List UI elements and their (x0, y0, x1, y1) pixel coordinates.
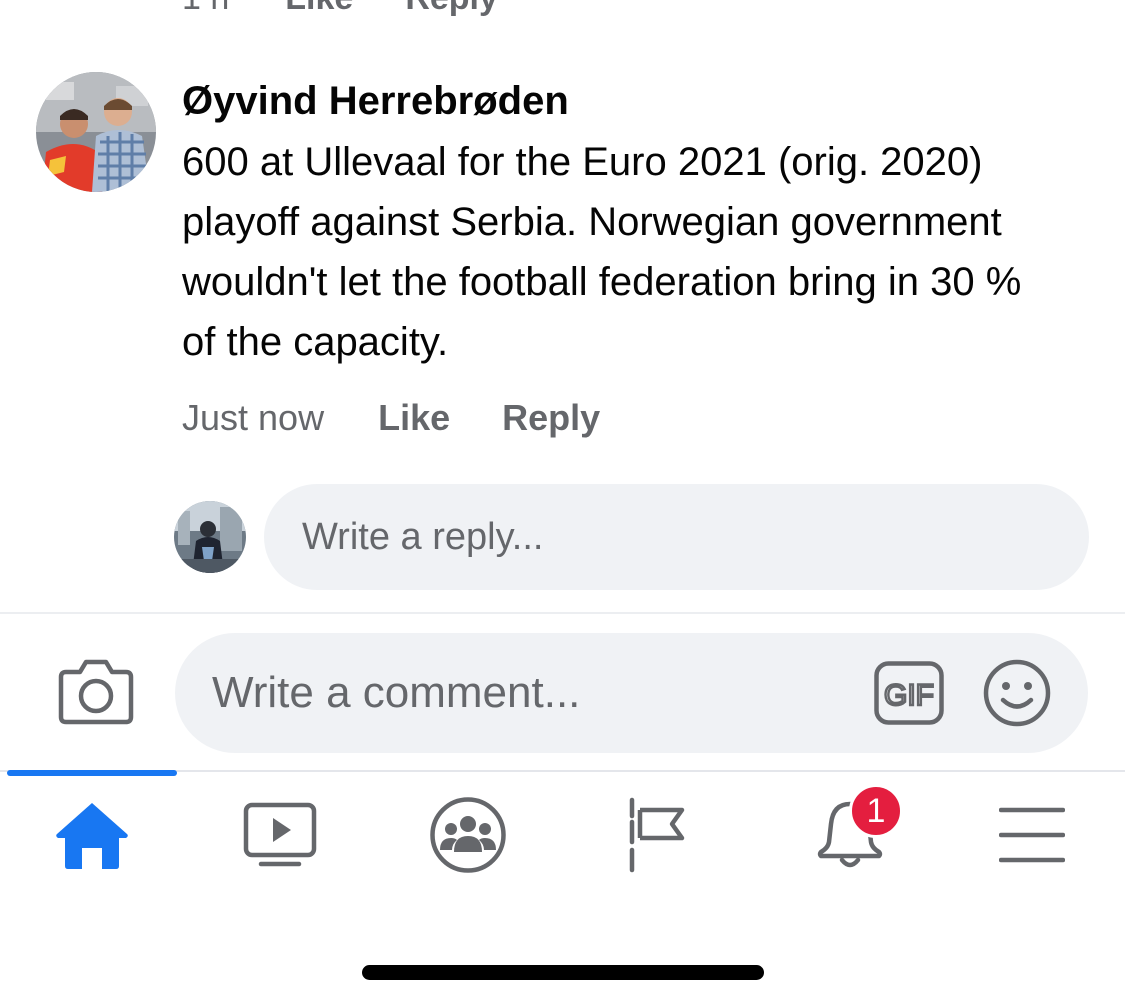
current-user-avatar (174, 501, 246, 573)
previous-comment-reply-button[interactable]: Reply (405, 0, 498, 18)
composer-divider (0, 612, 1125, 614)
tab-pages[interactable] (604, 780, 708, 890)
author-avatar[interactable] (36, 72, 156, 192)
tab-menu[interactable] (980, 780, 1084, 890)
active-tab-indicator (7, 770, 177, 776)
comment-bubble: Øyvind Herrebrøden 600 at Ullevaal for t… (182, 76, 1082, 372)
groups-icon (430, 797, 506, 873)
gif-icon[interactable]: GIF (874, 661, 944, 725)
flag-icon (629, 797, 685, 873)
reply-placeholder: Write a reply... (302, 515, 544, 558)
hamburger-menu-icon (999, 807, 1065, 863)
svg-text:GIF: GIF (884, 679, 934, 712)
reply-input[interactable]: Write a reply... (264, 484, 1089, 590)
comment-like-button[interactable]: Like (378, 397, 450, 439)
tab-groups[interactable] (416, 780, 520, 890)
comment-text: 600 at Ullevaal for the Euro 2021 (orig.… (182, 140, 1022, 364)
comments-screen: 1 h Like Reply Øyvind Herrebrøden 600 at… (0, 0, 1125, 1004)
home-icon (56, 803, 128, 869)
notification-badge: 1 (849, 784, 903, 838)
tab-home[interactable] (40, 780, 144, 890)
comment-timestamp: Just now (182, 397, 325, 438)
tab-watch[interactable] (228, 780, 332, 890)
camera-icon[interactable] (58, 656, 134, 726)
emoji-icon[interactable] (983, 659, 1051, 727)
comment-author-name[interactable]: Øyvind Herrebrøden (182, 76, 1082, 126)
comment-reply-button[interactable]: Reply (502, 397, 600, 439)
previous-comment-timestamp: 1 h (182, 0, 229, 18)
comment-placeholder: Write a comment... (212, 668, 581, 717)
video-play-icon (243, 802, 317, 867)
comment-actions: Just now Like Reply (182, 395, 600, 441)
home-indicator[interactable] (362, 965, 764, 980)
previous-comment-actions: 1 h Like Reply (182, 0, 498, 18)
comment-input[interactable]: Write a comment... GIF (175, 633, 1088, 753)
previous-comment-like-button[interactable]: Like (285, 0, 353, 18)
